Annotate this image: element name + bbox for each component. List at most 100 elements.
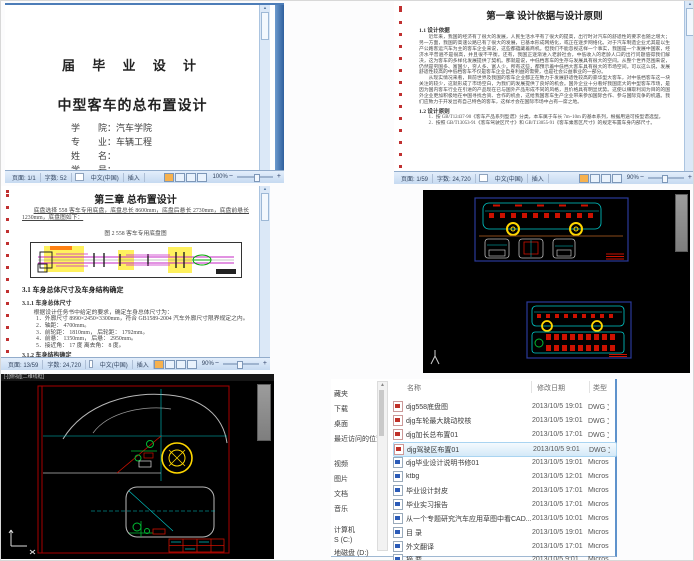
file-row-selected[interactable]: djg驾驶区布置01 2013/10/5 9:01 DWG 文件 bbox=[393, 442, 617, 457]
sidebar-item-recent-places[interactable]: 最近访问的位置 bbox=[334, 434, 383, 444]
list-item-1: 1．按 GB/T12437-90《客车产品系列型谱》分类，本车属于车长 7m~1… bbox=[428, 114, 664, 120]
language-indicator[interactable]: 中文(中国) bbox=[96, 359, 133, 369]
zoom-slider-thumb[interactable] bbox=[661, 175, 668, 183]
zoom-level[interactable]: 90% bbox=[202, 361, 214, 367]
dwg-file-icon bbox=[393, 429, 403, 440]
language-indicator[interactable]: 中文(中国) bbox=[491, 173, 528, 183]
page-indicator[interactable]: 页面: 1/1 bbox=[8, 172, 41, 182]
print-layout-view-button[interactable] bbox=[153, 359, 164, 369]
draft-view-button[interactable] bbox=[186, 359, 197, 369]
zoom-slider-thumb[interactable] bbox=[236, 361, 243, 369]
insert-mode[interactable]: 插入 bbox=[133, 359, 154, 369]
file-row[interactable]: djg车轮最大跳动校核 2013/10/5 19:01 DWG 文件 bbox=[393, 414, 615, 427]
scroll-up-icon[interactable]: ▲ bbox=[378, 382, 387, 389]
sidebar-item-music[interactable]: 音乐 bbox=[334, 504, 348, 514]
column-header-name[interactable]: 名称 bbox=[407, 383, 421, 393]
viewport-label[interactable]: [-][俯视][二维线框] bbox=[1, 374, 274, 381]
file-row[interactable]: djg毕业设计说明书修01 2013/10/5 19:01 Microsoft bbox=[393, 456, 615, 469]
cad-window-layout[interactable] bbox=[423, 190, 690, 373]
scroll-up-icon[interactable]: ▲ bbox=[688, 1, 692, 6]
file-row[interactable]: 目 录 2013/10/5 19:01 Microsoft bbox=[393, 526, 615, 539]
document-page[interactable]: 第一章 设计依据与设计原则 1.1 设计依据 近年来，我国的经济有了很大的发展，… bbox=[403, 1, 686, 172]
file-row[interactable]: djg558底盘图 2013/10/5 19:01 DWG 文件 bbox=[393, 400, 615, 413]
file-name: 毕业设计封皮 bbox=[406, 487, 448, 495]
chapter-title: 第三章 总布置设计 bbox=[94, 195, 177, 206]
fullscreen-view-button[interactable] bbox=[175, 172, 186, 182]
spellcheck-icon[interactable] bbox=[89, 360, 93, 368]
sidebar-scrollbar[interactable]: ▲ bbox=[377, 381, 388, 551]
sidebar-item-videos[interactable]: 视频 bbox=[334, 459, 348, 469]
section-3-1: 3.1 车身总体尺寸及车身结构确定 bbox=[22, 286, 124, 294]
file-row[interactable]: 外文翻译 2013/10/5 17:01 Microsoft bbox=[393, 540, 615, 553]
word-count[interactable]: 字数: 52 bbox=[41, 172, 72, 182]
sidebar-item-computer[interactable]: 计算机 bbox=[334, 525, 355, 535]
zoom-slider[interactable] bbox=[647, 175, 684, 183]
zoom-slider[interactable] bbox=[236, 174, 273, 182]
web-layout-view-button[interactable] bbox=[175, 359, 186, 369]
vertical-scrollbar[interactable]: ▲ bbox=[684, 1, 693, 172]
zoom-level[interactable]: 90% bbox=[627, 175, 639, 181]
file-row[interactable]: 毕业实习报告 2013/10/5 17:01 Microsoft bbox=[393, 498, 615, 511]
print-layout-view-button[interactable] bbox=[578, 173, 589, 183]
word-count[interactable]: 字数: 24,720 bbox=[43, 359, 87, 369]
sidebar-item-drive-c[interactable]: S (C:) bbox=[334, 537, 352, 544]
word-count[interactable]: 字数: 24,720 bbox=[433, 173, 476, 183]
word-file-icon bbox=[393, 471, 403, 482]
file-row[interactable]: ktbg 2013/10/5 12:01 Microsoft bbox=[393, 470, 615, 483]
page-indicator[interactable]: 页面: 13/59 bbox=[4, 359, 44, 369]
column-header-type[interactable]: 类型 bbox=[593, 383, 607, 393]
page-indicator[interactable]: 页面: 1/59 bbox=[397, 173, 434, 183]
draft-view-button[interactable] bbox=[197, 172, 208, 182]
zoom-slider-thumb[interactable] bbox=[253, 174, 260, 182]
fullscreen-view-button[interactable] bbox=[589, 173, 600, 183]
scrollbar-thumb[interactable] bbox=[261, 12, 269, 40]
spellcheck-icon[interactable] bbox=[478, 174, 488, 182]
zoom-in-icon[interactable]: + bbox=[277, 173, 281, 180]
file-type: Microsoft bbox=[588, 556, 609, 561]
insert-mode[interactable]: 插入 bbox=[124, 172, 145, 182]
cad-scrollbar[interactable] bbox=[257, 384, 271, 441]
draft-view-button[interactable] bbox=[611, 173, 622, 183]
spellcheck-icon[interactable] bbox=[74, 173, 84, 181]
language-indicator[interactable]: 中文(中国) bbox=[87, 172, 124, 182]
zoom-out-icon[interactable]: − bbox=[215, 360, 219, 367]
scrollbar-thumb[interactable] bbox=[261, 193, 269, 221]
vertical-scrollbar[interactable]: ▲ bbox=[259, 5, 270, 171]
sidebar-item-drive-d[interactable]: 地磁盘 (D:) bbox=[334, 548, 369, 558]
cad-scrollbar[interactable] bbox=[675, 194, 688, 252]
section-1-2: 1.2 设计原则 bbox=[419, 108, 450, 115]
sidebar-item-pictures[interactable]: 图片 bbox=[334, 474, 348, 484]
sidebar-item-favorites[interactable]: 藏夹 bbox=[334, 389, 348, 399]
scroll-up-icon[interactable]: ▲ bbox=[263, 5, 267, 10]
sidebar-item-desktop[interactable]: 桌面 bbox=[334, 419, 348, 429]
column-divider[interactable] bbox=[531, 381, 532, 393]
column-header-date[interactable]: 修改日期 bbox=[537, 383, 565, 393]
scroll-up-icon[interactable]: ▲ bbox=[263, 186, 267, 191]
zoom-out-icon[interactable]: − bbox=[229, 173, 233, 180]
cad-window-sections[interactable]: [-][俯视][二维线框] bbox=[1, 374, 274, 559]
file-row[interactable]: 毕业设计封皮 2013/10/5 17:01 Microsoft bbox=[393, 484, 615, 497]
web-layout-view-button[interactable] bbox=[186, 172, 197, 182]
document-page[interactable]: 第三章 总布置设计 底盘选择 558 客车专用底盘，底盘总长 8600mm，底盘… bbox=[10, 186, 261, 358]
zoom-out-icon[interactable]: − bbox=[640, 174, 644, 181]
insert-mode[interactable]: 插入 bbox=[528, 173, 549, 183]
document-page[interactable]: 届 毕 业 设 计 中型客车的总布置设计 学 院：汽车学院 专 业：车辆工程 姓… bbox=[5, 5, 260, 173]
column-divider[interactable] bbox=[589, 381, 590, 393]
fullscreen-view-button[interactable] bbox=[164, 359, 175, 369]
print-layout-view-button[interactable] bbox=[164, 172, 175, 182]
thesis-pretitle: 届 毕 业 设 计 bbox=[61, 58, 203, 73]
sidebar-item-downloads[interactable]: 下载 bbox=[334, 404, 348, 414]
zoom-level[interactable]: 100% bbox=[212, 174, 227, 180]
file-row[interactable]: 从一个专题研究汽车应用草图中看CAD... 2013/10/5 10:01 Micr… bbox=[393, 512, 615, 525]
zoom-in-icon[interactable]: + bbox=[263, 360, 267, 367]
web-layout-view-button[interactable] bbox=[600, 173, 611, 183]
vertical-scrollbar[interactable]: ▲ bbox=[259, 186, 270, 358]
sidebar-item-documents[interactable]: 文档 bbox=[334, 489, 348, 499]
scrollbar-thumb[interactable] bbox=[379, 390, 384, 436]
scrollbar-thumb[interactable] bbox=[686, 8, 693, 36]
zoom-slider[interactable] bbox=[222, 361, 259, 369]
file-row[interactable]: 摘 要 2013/10/5 9:01 Microsoft bbox=[393, 553, 615, 561]
file-row[interactable]: djg加长总布置01 2013/10/5 17:01 DWG 文件 bbox=[393, 428, 615, 441]
zoom-in-icon[interactable]: + bbox=[688, 174, 692, 181]
dimension-item: 5．接近角： 17 度 离去角： 8 度。 bbox=[36, 343, 125, 350]
